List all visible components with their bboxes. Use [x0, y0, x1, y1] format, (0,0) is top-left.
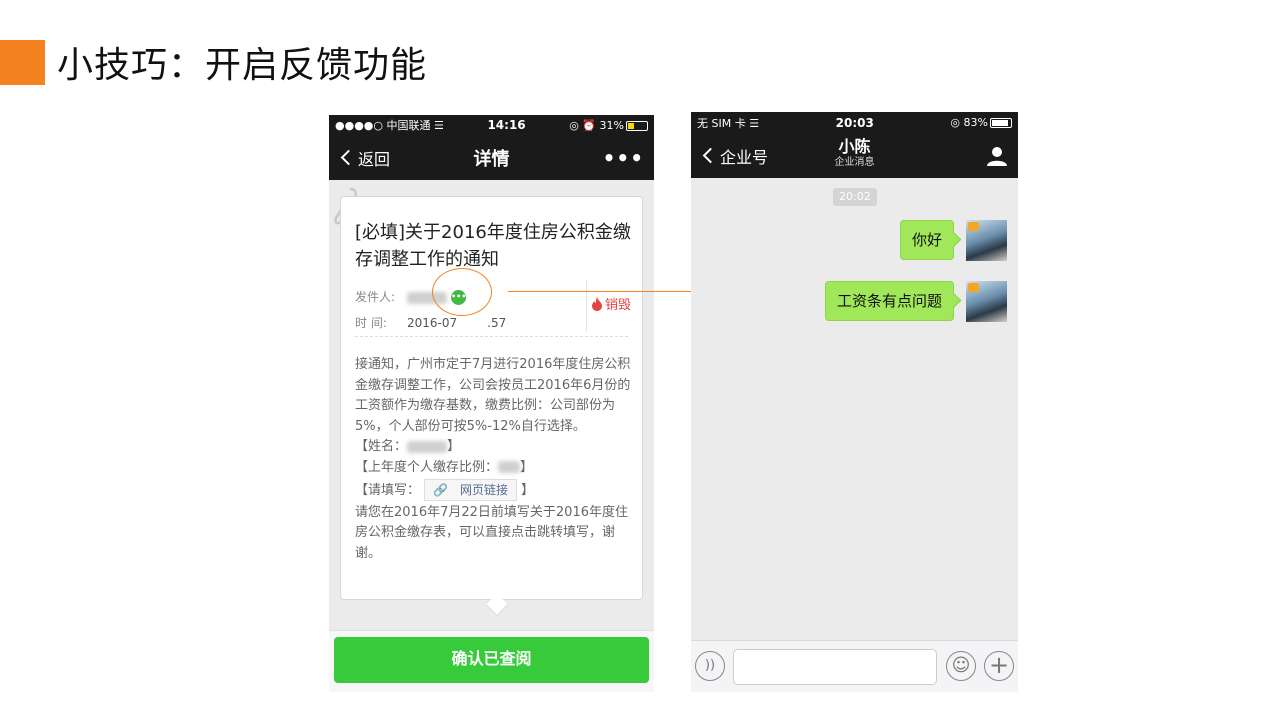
- voice-icon[interactable]: )): [695, 651, 725, 681]
- battery-icon: [626, 120, 648, 131]
- lock-rotation-icon: ◎: [569, 118, 579, 132]
- plus-icon[interactable]: +: [984, 651, 1014, 681]
- chat-area: 20:02 你好 工资条有点问题: [691, 178, 1018, 640]
- lock-rotation-icon: ◎: [950, 116, 961, 129]
- status-time: 14:16: [487, 118, 526, 132]
- message-bubble[interactable]: 工资条有点问题: [824, 281, 954, 321]
- notice-paragraph: 接通知，广州市定于7月进行2016年度住房公积金缴存调整工作，公司会按员工201…: [355, 357, 631, 434]
- wifi-icon: ☰: [434, 119, 444, 132]
- time-label: 时 间:: [355, 316, 387, 330]
- web-link-label: 网页链接: [459, 483, 508, 497]
- back-label: 企业号: [720, 147, 769, 167]
- avatar-badge-icon: [968, 222, 979, 231]
- dashed-divider: [355, 336, 628, 337]
- link-icon: 🔗: [433, 483, 448, 497]
- sender-label: 发件人:: [355, 290, 396, 304]
- phone-right-screenshot: 无 SIM 卡 ☰ 20:03 ◎ 83% 企业号 小陈 企业消息 20:02 …: [691, 112, 1018, 692]
- avatar[interactable]: [966, 281, 1007, 322]
- highlight-circle: [432, 268, 492, 316]
- emoji-icon[interactable]: ☺: [946, 651, 976, 681]
- time-value-tail: .57: [487, 316, 507, 330]
- avatar[interactable]: [966, 220, 1007, 261]
- ratio-blurred: [498, 461, 521, 473]
- more-button[interactable]: •••: [603, 146, 644, 170]
- battery-icon: [989, 118, 1012, 128]
- input-bar: )) ☺ +: [691, 640, 1018, 692]
- person-icon[interactable]: [986, 145, 1008, 167]
- status-bar: 无 SIM 卡 ☰ 20:03 ◎ 83%: [691, 112, 1018, 133]
- battery-percent: 83%: [963, 116, 988, 129]
- web-link-button[interactable]: 🔗 网页链接: [424, 479, 517, 501]
- status-bar: ●●●●○ 中国联通 ☰ 14:16 ◎ ⏰ 31%: [329, 115, 654, 135]
- battery-percent: 31%: [599, 118, 624, 132]
- message-input[interactable]: [733, 649, 937, 685]
- name-blurred: [407, 440, 448, 453]
- carrier-label: ●●●●○ 中国联通 ☰: [335, 119, 444, 132]
- destroy-button[interactable]: 销毁: [591, 294, 631, 313]
- back-button[interactable]: 返回: [339, 146, 390, 170]
- status-time: 20:03: [835, 115, 874, 130]
- ratio-field-row: 【上年度个人缴存比例：】: [355, 459, 534, 475]
- title-accent-block: [0, 40, 45, 85]
- status-right: ◎ 83%: [950, 116, 1012, 129]
- nav-bar: 企业号 小陈 企业消息: [691, 133, 1018, 178]
- chevron-left-icon: [340, 149, 357, 166]
- phone-left-screenshot: ●●●●○ 中国联通 ☰ 14:16 ◎ ⏰ 31% 返回 详情 ••• [必填…: [329, 115, 654, 692]
- fill-field-row: 【请填写： 🔗 网页链接】: [355, 479, 640, 502]
- slide: 小技巧：开启反馈功能 ●●●●○ 中国联通 ☰ 14:16 ◎ ⏰ 31% 返回…: [0, 0, 1280, 720]
- name-field-row: 【姓名：】: [355, 439, 461, 454]
- confirm-bar: 确认已查阅: [329, 630, 654, 692]
- time-row: 时 间: 2016-07 .57: [355, 314, 506, 331]
- time-value: 2016-07: [407, 316, 458, 330]
- status-right: ◎ ⏰ 31%: [569, 119, 648, 132]
- notice-body: 接通知，广州市定于7月进行2016年度住房公积金缴存调整工作，公司会按员工201…: [355, 355, 640, 564]
- chevron-left-icon: [702, 147, 719, 164]
- confirm-read-button[interactable]: 确认已查阅: [334, 637, 649, 683]
- meta-divider: [586, 280, 587, 332]
- back-button[interactable]: 企业号: [701, 144, 768, 168]
- message-timestamp: 20:02: [833, 188, 877, 206]
- notice-card: [必填]关于2016年度住房公积金缴存调整工作的通知 发件人: ••• 时 间: 2…: [340, 196, 643, 600]
- notice-title: [必填]关于2016年度住房公积金缴存调整工作的通知: [355, 222, 631, 270]
- destroy-label: 销毁: [605, 298, 632, 313]
- carrier-label: 无 SIM 卡 ☰: [697, 116, 760, 130]
- slide-title: 小技巧：开启反馈功能: [57, 45, 428, 86]
- notice-footer-text: 请您在2016年7月22日前填写关于2016年度住房公积金缴存表，可以直接点击跳…: [355, 504, 628, 561]
- nav-bar: 返回 详情 •••: [329, 135, 654, 180]
- wifi-icon: ☰: [749, 116, 760, 130]
- back-label: 返回: [358, 149, 391, 169]
- message-bubble[interactable]: 你好: [899, 220, 954, 260]
- alarm-icon: ⏰: [582, 118, 597, 132]
- avatar-badge-icon: [968, 283, 979, 292]
- flame-icon: [592, 296, 602, 311]
